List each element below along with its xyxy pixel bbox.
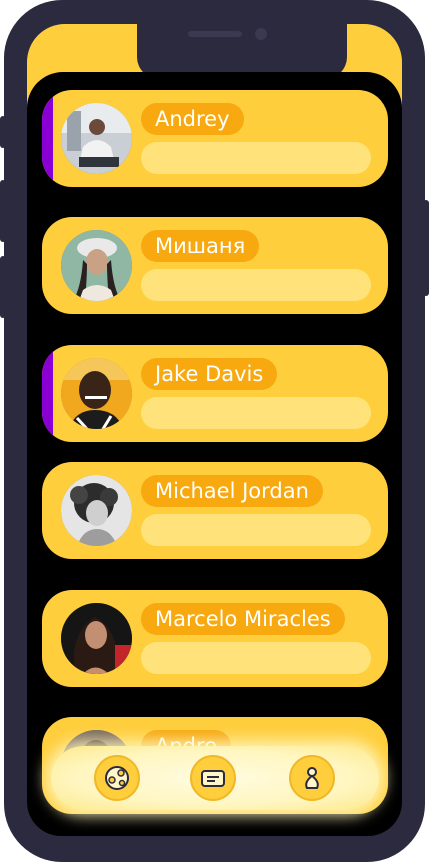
chat-item[interactable]: Michael Jordan (42, 462, 388, 559)
message-preview (141, 514, 371, 546)
bottom-tab-bar (51, 746, 379, 810)
message-preview (141, 269, 371, 301)
chat-list: Andrey Мишаня Jake Davis Michael Jordan … (27, 72, 402, 836)
tab-profile[interactable] (289, 755, 335, 801)
contact-name: Jake Davis (141, 358, 278, 390)
tab-globe[interactable] (94, 755, 140, 801)
message-preview (141, 142, 371, 174)
contact-name: Andrey (141, 103, 244, 135)
avatar[interactable] (61, 603, 132, 674)
contact-name: Michael Jordan (141, 475, 323, 507)
volume-down-button (0, 256, 6, 318)
unread-indicator (42, 90, 53, 187)
chat-item[interactable]: Мишаня (42, 217, 388, 314)
speaker-grille (188, 31, 242, 37)
avatar[interactable] (61, 103, 132, 174)
chat-item[interactable]: Jake Davis (42, 345, 388, 442)
volume-up-button (0, 180, 6, 242)
avatar[interactable] (61, 358, 132, 429)
mute-switch (0, 116, 6, 148)
avatar[interactable] (61, 230, 132, 301)
contact-name: Marcelo Miracles (141, 603, 345, 635)
avatar[interactable] (61, 475, 132, 546)
message-preview (141, 397, 371, 429)
unread-indicator (42, 345, 53, 442)
message-preview (141, 642, 371, 674)
power-button (423, 200, 429, 296)
contact-name: Мишаня (141, 230, 260, 262)
front-camera (255, 28, 267, 40)
chat-item[interactable]: Marcelo Miracles (42, 590, 388, 687)
chat-item[interactable]: Andrey (42, 90, 388, 187)
notch (137, 24, 347, 79)
tab-messages[interactable] (190, 755, 236, 801)
